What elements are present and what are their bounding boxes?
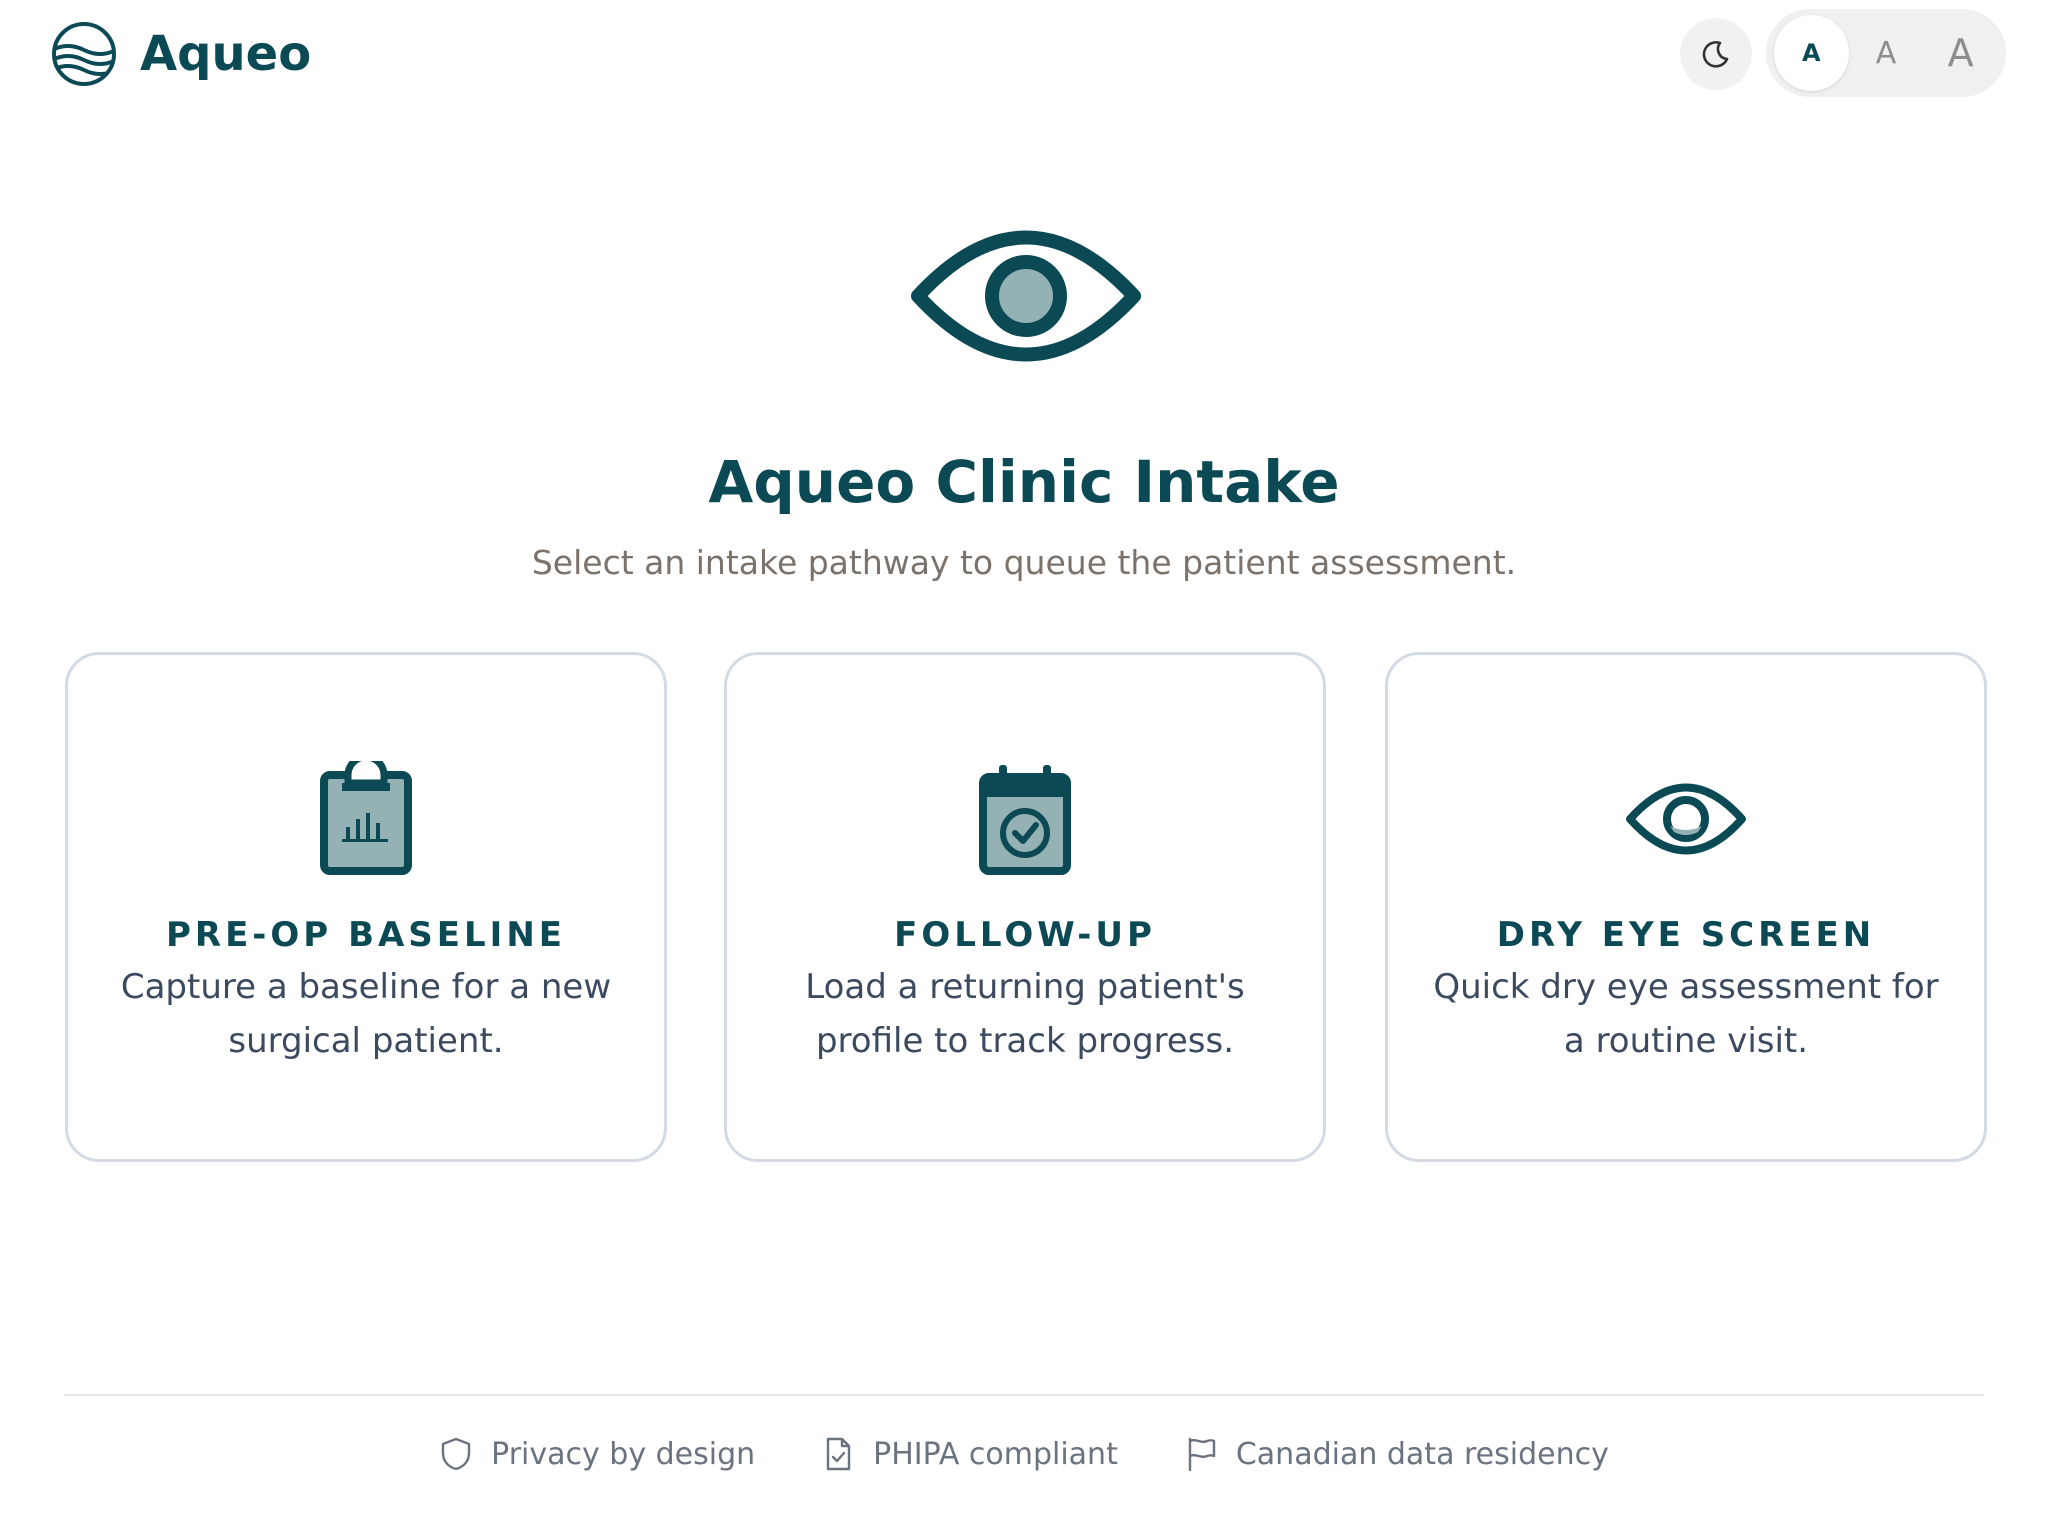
font-size-small-button[interactable]: A bbox=[1774, 15, 1849, 91]
font-size-large-button[interactable]: A bbox=[1923, 15, 1998, 91]
flag-icon bbox=[1188, 1437, 1216, 1472]
card-title: DRY EYE SCREEN bbox=[1496, 915, 1876, 955]
pathway-card-follow-up[interactable]: FOLLOW-UP Load a returning patient's pro… bbox=[724, 652, 1326, 1162]
page-subtitle: Select an intake pathway to queue the pa… bbox=[531, 543, 1517, 582]
card-description: Quick dry eye assessment for a routine v… bbox=[1433, 967, 1939, 1061]
clipboard-chart-icon bbox=[320, 761, 412, 875]
pathway-card-pre-op-baseline[interactable]: PRE-OP BASELINE Capture a baseline for a… bbox=[65, 652, 667, 1162]
card-description: Load a returning patient's profile to tr… bbox=[805, 967, 1245, 1061]
footer-item-phipa: PHIPA compliant bbox=[821, 1436, 1118, 1472]
card-title: FOLLOW-UP bbox=[894, 915, 1156, 955]
theme-toggle-button[interactable] bbox=[1680, 18, 1752, 90]
card-title: PRE-OP BASELINE bbox=[165, 915, 567, 955]
footer-divider bbox=[64, 1394, 1984, 1396]
card-description: Capture a baseline for a new surgical pa… bbox=[120, 967, 612, 1061]
footer-item-privacy: Privacy by design bbox=[439, 1436, 755, 1472]
top-bar: Aqueo A A A bbox=[0, 0, 2048, 110]
shield-icon bbox=[441, 1437, 471, 1471]
moon-icon bbox=[1702, 41, 1729, 68]
wave-logo-icon bbox=[52, 22, 116, 86]
footer-item-residency: Canadian data residency bbox=[1184, 1436, 1609, 1472]
brand[interactable]: Aqueo bbox=[50, 18, 311, 90]
eye-icon bbox=[1626, 783, 1746, 855]
page-title: Aqueo Clinic Intake bbox=[708, 448, 1340, 516]
footer-label: PHIPA compliant bbox=[873, 1436, 1118, 1472]
intake-page: Aqueo A A A Aqueo Clinic Intake Select a… bbox=[0, 0, 2048, 1536]
calendar-check-icon bbox=[979, 765, 1071, 875]
document-check-icon bbox=[826, 1437, 851, 1471]
eye-icon bbox=[911, 230, 1141, 362]
font-size-switcher: A A A bbox=[1766, 9, 2006, 97]
pathway-card-dry-eye-screen[interactable]: DRY EYE SCREEN Quick dry eye assessment … bbox=[1385, 652, 1987, 1162]
footer-label: Privacy by design bbox=[491, 1436, 756, 1472]
footer: Privacy by design PHIPA compliant Canadi… bbox=[0, 1428, 2048, 1480]
font-size-medium-button[interactable]: A bbox=[1849, 15, 1924, 91]
footer-label: Canadian data residency bbox=[1235, 1436, 1609, 1472]
brand-name: Aqueo bbox=[140, 26, 312, 82]
